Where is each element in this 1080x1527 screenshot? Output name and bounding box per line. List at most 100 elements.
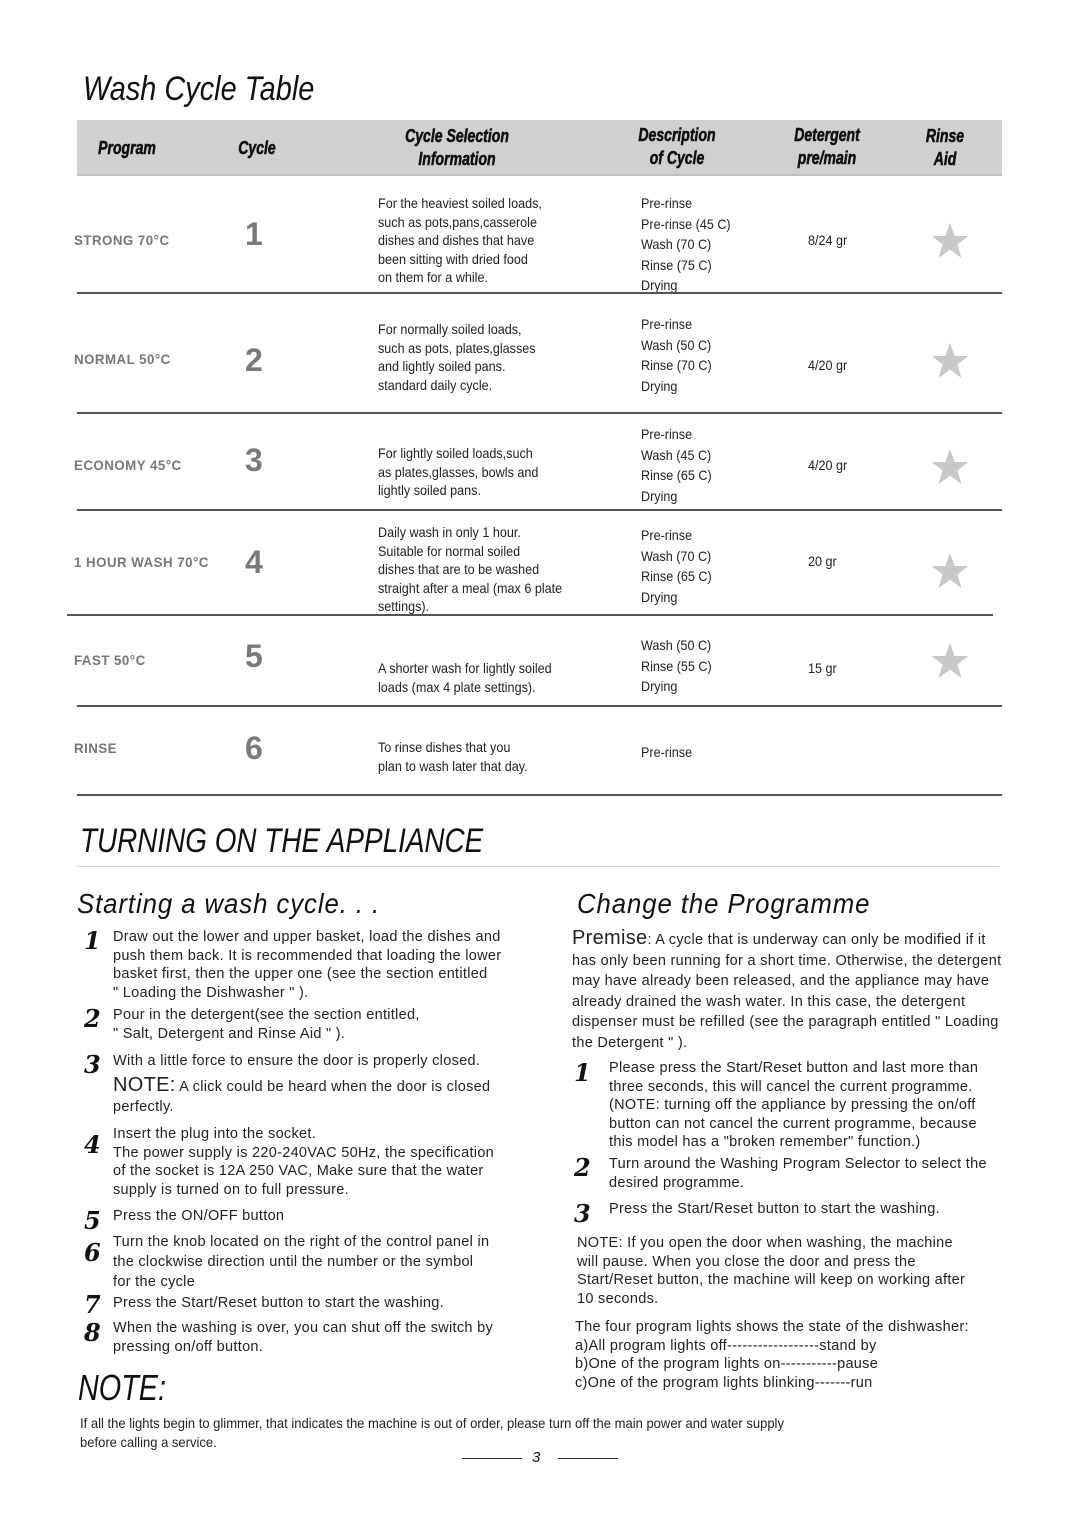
header-rinse-aid-line2: Aid <box>933 149 957 170</box>
program-name: ECONOMY 45°C <box>74 457 182 473</box>
step-text: Turn around the Washing Program Selector… <box>609 1155 987 1192</box>
page-number-rule-left <box>462 1458 522 1459</box>
header-cycle: Cycle <box>238 138 276 159</box>
step-line: Press the Start/Reset button to start th… <box>113 1295 444 1311</box>
premise-line: : A cycle that is underway can only be m… <box>647 932 986 948</box>
premise-paragraph: Premise: A cycle that is underway can on… <box>572 928 1001 1053</box>
info-line: straight after a meal (max 6 plate <box>378 579 563 596</box>
note-line: will pause. When you close the door and … <box>577 1253 916 1270</box>
info-line: For normally soiled loads, <box>378 321 522 337</box>
step-line: desired programme. <box>609 1174 745 1191</box>
lights-line: c)One of the program lights blinking----… <box>575 1374 873 1391</box>
step-line: " Salt, Detergent and Rinse Aid " ). <box>113 1025 346 1042</box>
lights-line: a)All program lights off----------------… <box>575 1337 877 1354</box>
cycle-description: Wash (50 C) Rinse (55 C) Drying <box>641 635 712 697</box>
description-line: Wash (45 C) <box>641 446 712 463</box>
premise-line: may have already been released, and the … <box>572 973 990 989</box>
detergent-amount: 4/20 gr <box>808 457 848 473</box>
step-number: 4 <box>84 1130 101 1159</box>
change-title: Change the Programme <box>577 888 871 919</box>
description-line: Pre-rinse <box>641 426 693 442</box>
program-name: NORMAL 50°C <box>74 351 171 367</box>
step-line: With a little force to ensure the door i… <box>113 1053 481 1069</box>
step-line: push them back. It is recommended that l… <box>113 947 502 964</box>
note-line: A click could be heard when the door is … <box>175 1079 491 1095</box>
row-divider <box>67 614 993 616</box>
row-divider <box>77 412 1002 414</box>
step-line: Please press the Start/Reset button and … <box>609 1060 979 1076</box>
description-line: Pre-rinse <box>641 316 693 332</box>
header-cycle-selection-line1: Cycle Selection <box>405 126 509 147</box>
step-text: Draw out the lower and upper basket, loa… <box>113 928 501 1002</box>
step-text: Please press the Start/Reset button and … <box>609 1059 978 1152</box>
step-note: NOTE: A click could be heard when the do… <box>113 1075 490 1117</box>
header-detergent: Detergent pre/main <box>780 124 874 170</box>
note-line: before calling a service. <box>80 1434 217 1450</box>
info-line: such as pots,pans,casserole <box>378 213 537 230</box>
info-line: dishes that are to be washed <box>378 561 540 577</box>
header-detergent-line1: Detergent <box>794 125 860 146</box>
step-line: Turn around the Washing Program Selector… <box>609 1156 987 1172</box>
row-divider <box>77 794 1002 796</box>
step-line: Insert the plug into the socket. <box>113 1126 317 1142</box>
detergent-amount: 15 gr <box>808 660 837 676</box>
step-line: The power supply is 220-240VAC 50Hz, the… <box>113 1144 495 1161</box>
step-line: of the socket is 12A 250 VAC, Make sure … <box>113 1163 484 1179</box>
cycle-number: 3 <box>245 442 263 478</box>
step-line: Turn the knob located on the right of th… <box>113 1234 490 1250</box>
info-line: settings). <box>378 598 430 614</box>
description-line: Wash (50 C) <box>641 336 712 353</box>
step-text: Press the ON/OFF button <box>113 1207 284 1226</box>
cycle-description: Pre-rinse Wash (45 C) Rinse (65 C) Dryin… <box>641 424 712 506</box>
step-number: 7 <box>84 1290 101 1319</box>
row-divider <box>77 705 1002 707</box>
step-number: 3 <box>84 1050 101 1079</box>
table-header: Program Cycle Cycle Selection Informatio… <box>77 120 1002 176</box>
header-rinse-aid: Rinse Aid <box>914 125 976 171</box>
note-line: If all the lights begin to glimmer, that… <box>80 1415 784 1431</box>
header-detergent-line2: pre/main <box>797 148 857 169</box>
row-divider <box>77 292 1002 294</box>
description-line: Rinse (65 C) <box>641 467 712 483</box>
cycle-description: Pre-rinse Pre-rinse (45 C) Wash (70 C) R… <box>641 193 731 296</box>
description-line: Drying <box>641 377 678 394</box>
step-number: 1 <box>574 1058 591 1087</box>
info-line: For lightly soiled loads,such <box>378 445 533 461</box>
description-line: Pre-rinse <box>641 195 693 211</box>
detergent-amount: 8/24 gr <box>808 232 848 248</box>
description-line: Rinse (75 C) <box>641 256 712 273</box>
cycle-info: A shorter wash for lightly soiled loads … <box>378 659 552 696</box>
info-line: Suitable for normal soiled <box>378 542 521 559</box>
description-line: Drying <box>641 487 678 504</box>
cycle-description: Pre-rinse Wash (70 C) Rinse (65 C) Dryin… <box>641 525 712 607</box>
step-text: Insert the plug into the socket. The pow… <box>113 1125 494 1199</box>
cycle-description: Pre-rinse <box>641 742 692 763</box>
header-rinse-aid-line1: Rinse <box>925 126 965 147</box>
header-description: Description of Cycle <box>630 124 724 170</box>
cycle-description: Pre-rinse Wash (50 C) Rinse (70 C) Dryin… <box>641 314 712 396</box>
detergent-amount: 20 gr <box>808 553 837 569</box>
cycle-info: For lightly soiled loads,such as plates,… <box>378 444 538 500</box>
step-line: pressing on/off button. <box>113 1338 264 1355</box>
step-line: three seconds, this will cancel the curr… <box>609 1078 973 1095</box>
description-line: Pre-rinse (45 C) <box>641 215 731 232</box>
lights-line: b)One of the program lights on----------… <box>575 1356 879 1372</box>
header-program: Program <box>98 138 156 159</box>
premise-line: the Detergent " ). <box>572 1034 688 1051</box>
page-title: Wash Cycle Table <box>83 70 315 108</box>
step-line: When the washing is over, you can shut o… <box>113 1320 494 1336</box>
description-line: Rinse (55 C) <box>641 657 712 674</box>
description-line: Drying <box>641 588 678 605</box>
cycle-number: 5 <box>245 638 263 674</box>
program-name: RINSE <box>74 740 118 756</box>
step-text: Turn the knob located on the right of th… <box>113 1232 489 1292</box>
step-line: for the cycle <box>113 1274 196 1290</box>
description-line: Rinse (70 C) <box>641 357 712 373</box>
step-number: 2 <box>84 1004 101 1033</box>
header-description-line1: Description <box>638 125 716 146</box>
star-icon <box>931 449 969 484</box>
description-line: Wash (50 C) <box>641 637 712 653</box>
cycle-number: 4 <box>245 544 263 580</box>
note-line: perfectly. <box>113 1099 174 1115</box>
info-line: dishes and dishes that have <box>378 232 535 248</box>
